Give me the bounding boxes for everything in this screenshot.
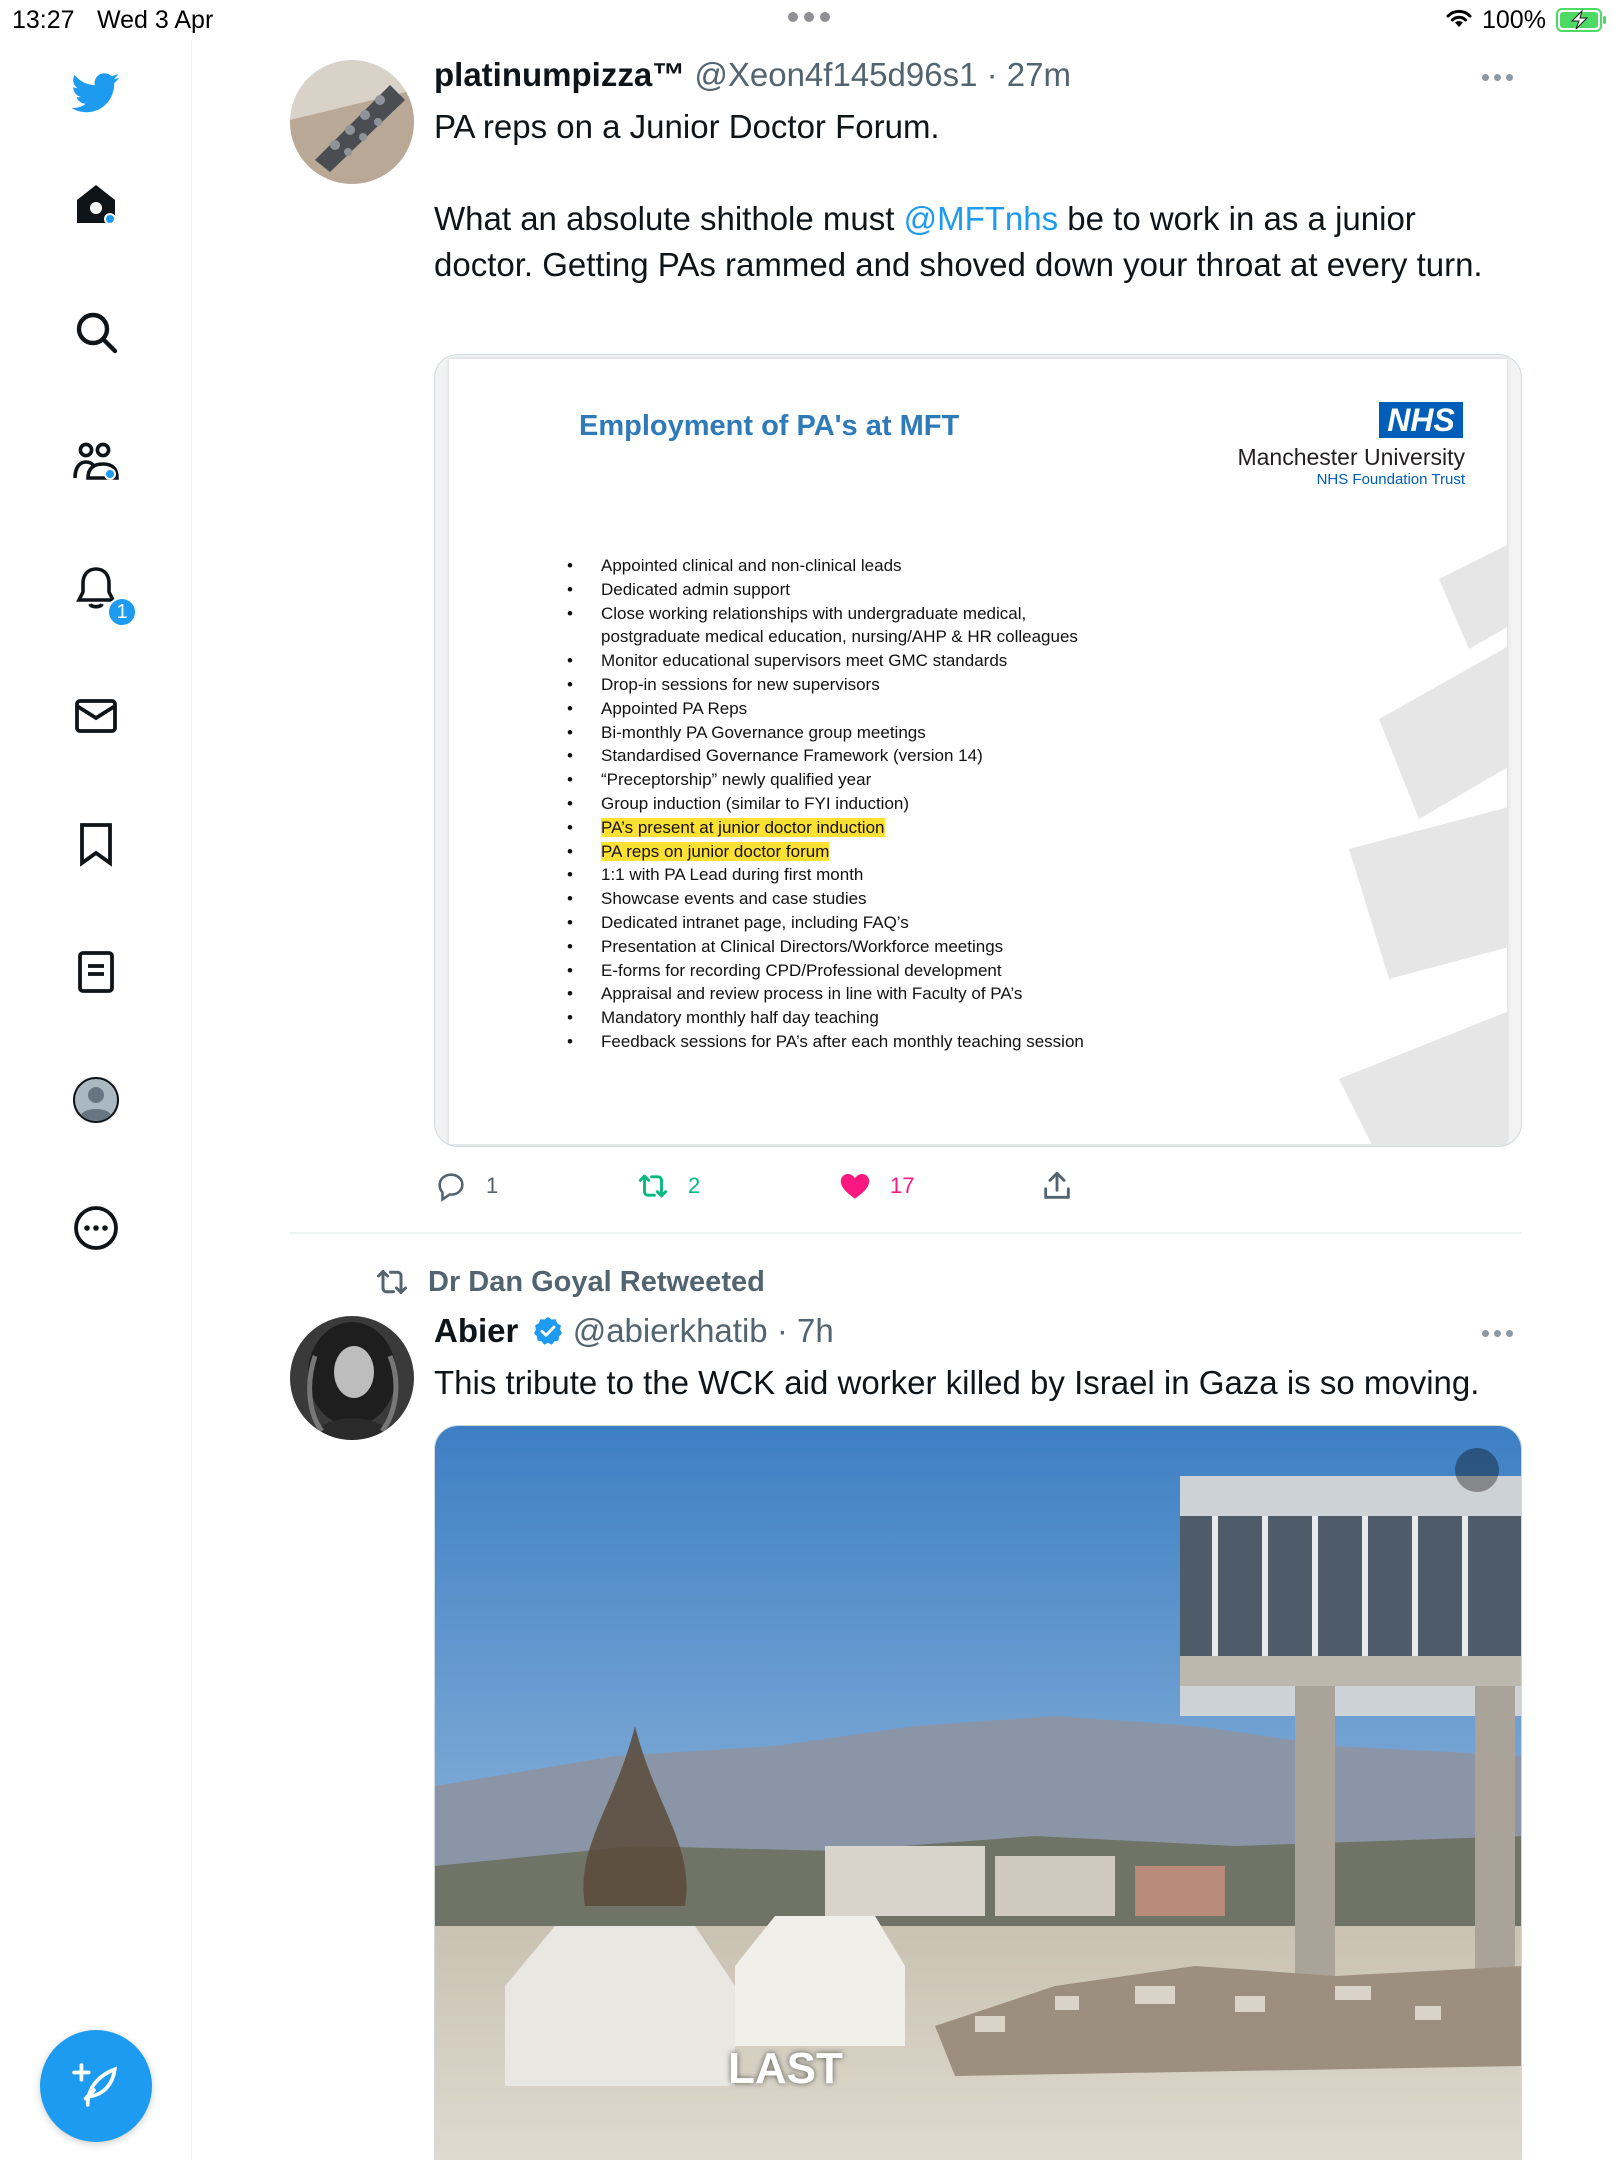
slide-bullet: Dedicated intranet page, including FAQ’s (567, 911, 1084, 935)
user-display-name[interactable]: platinumpizza™ (434, 56, 685, 93)
tweet-time[interactable]: 7h (797, 1312, 834, 1349)
tweet-header: platinumpizza™ @Xeon4f145d96s1 · 27m (434, 56, 1071, 93)
tweet-time[interactable]: 27m (1007, 56, 1071, 93)
slide-bullet: Group induction (similar to FYI inductio… (567, 792, 1084, 816)
user-handle[interactable]: @Xeon4f145d96s1 (694, 56, 977, 93)
notifications-count-badge: 1 (107, 597, 137, 627)
status-bar: 13:27 Wed 3 Apr 100% (0, 0, 1620, 40)
battery-charging-icon (1556, 8, 1606, 32)
slide-bullet: Presentation at Clinical Directors/Workf… (567, 935, 1084, 959)
video-frame (435, 1426, 1521, 2160)
slide-bullet: Appointed clinical and non-clinical lead… (567, 554, 1084, 578)
retweet-button[interactable]: 2 (636, 1164, 700, 1208)
organisation-name: Manchester University (1237, 444, 1465, 470)
retweeted-by-line[interactable]: Dr Dan Goyal Retweeted (374, 1264, 765, 1300)
like-count: 17 (890, 1173, 915, 1198)
slide-bullet: Standardised Governance Framework (versi… (567, 744, 1084, 768)
reply-count: 1 (486, 1173, 499, 1198)
bookmarks-icon[interactable] (66, 814, 126, 874)
twitter-logo-icon[interactable] (66, 62, 126, 122)
tweet-divider (290, 1232, 1522, 1234)
more-options-icon[interactable] (66, 1198, 126, 1258)
slide-bullet: Monitor educational supervisors meet GMC… (567, 649, 1084, 673)
slide-bullet-continuation: postgraduate medical education, nursing/… (601, 627, 1078, 647)
slide-bullet: Close working relationships with undergr… (567, 602, 1084, 626)
like-button[interactable]: 17 (838, 1164, 914, 1208)
share-icon (1044, 1171, 1070, 1199)
compose-feather-icon (72, 2063, 118, 2107)
messages-envelope-icon[interactable] (66, 686, 126, 746)
reply-icon (438, 1173, 464, 1202)
slide-bullet-list: Appointed clinical and non-clinical lead… (567, 554, 1084, 1054)
profile-avatar-icon[interactable] (66, 1070, 126, 1130)
verified-badge-icon (533, 1317, 562, 1345)
user-avatar[interactable] (290, 1316, 414, 1440)
battery-percent: 100% (1482, 6, 1546, 34)
user-avatar[interactable] (290, 60, 414, 184)
user-handle[interactable]: @abierkhatib (573, 1312, 768, 1349)
slide-bullet: Feedback sessions for PA’s after each mo… (567, 1030, 1084, 1054)
status-time: 13:27 (12, 6, 75, 34)
slide-bullet: Showcase events and case studies (567, 887, 1084, 911)
slide-bullet: E-forms for recording CPD/Professional d… (567, 959, 1084, 983)
slide-title: Employment of PA's at MFT (579, 410, 960, 442)
sidebar: 1 (0, 40, 192, 2160)
tweet-more-icon[interactable] (1482, 74, 1518, 81)
communities-notification-dot (104, 468, 116, 480)
video-caption: LAST (728, 2044, 843, 2093)
slide-bullet: Mandatory monthly half day teaching (567, 1006, 1084, 1030)
tweet-actions: 1 2 17 (434, 1164, 1134, 1208)
reply-button[interactable]: 1 (434, 1164, 498, 1208)
home-icon[interactable] (66, 174, 126, 234)
tweet-text: This tribute to the WCK aid worker kille… (434, 1364, 1480, 1401)
compose-tweet-button[interactable] (40, 2030, 152, 2142)
tweet-card[interactable]: Abier @abierkhatib · 7h This tribute to … (290, 1312, 1522, 2160)
slide-bullet: Appraisal and review process in line wit… (567, 982, 1084, 1006)
organisation-subtitle: NHS Foundation Trust (1316, 471, 1465, 488)
tweet-card[interactable]: platinumpizza™ @Xeon4f145d96s1 · 27m PA … (290, 56, 1522, 1236)
multitasking-dots-icon[interactable] (788, 12, 830, 22)
tweet-text: PA reps on a Junior Doctor Forum. What a… (434, 104, 1524, 288)
communities-icon[interactable] (66, 430, 126, 490)
tweet-text-line: PA reps on a Junior Doctor Forum. (434, 108, 940, 145)
search-icon[interactable] (66, 302, 126, 362)
mention-link[interactable]: @MFTnhs (904, 200, 1059, 237)
nhs-logo: NHS (1379, 402, 1463, 438)
tweet-video[interactable]: LAST (434, 1425, 1522, 2160)
presentation-slide: Employment of PA's at MFT NHS Manchester… (449, 359, 1507, 1144)
slide-bullet: Bi-monthly PA Governance group meetings (567, 721, 1084, 745)
lists-icon[interactable] (66, 942, 126, 1002)
retweet-small-icon (377, 1270, 407, 1294)
watermark-graphic (1339, 545, 1507, 1144)
share-button[interactable] (1040, 1164, 1074, 1208)
slide-bullet: “Preceptorship” newly qualified year (567, 768, 1084, 792)
slide-bullet: Drop-in sessions for new supervisors (567, 673, 1084, 697)
tweet-text-paragraph: What an absolute shithole must @MFTnhs b… (434, 200, 1483, 283)
user-display-name[interactable]: Abier (434, 1312, 518, 1349)
retweet-icon (638, 1174, 668, 1198)
slide-bullet: Appointed PA Reps (567, 697, 1084, 721)
status-date: Wed 3 Apr (97, 6, 214, 34)
retweeted-by-text: Dr Dan Goyal Retweeted (428, 1265, 765, 1298)
heart-filled-icon (840, 1173, 870, 1199)
slide-bullet-highlighted: PA reps on junior doctor forum (567, 840, 1084, 864)
home-notification-dot (104, 213, 116, 225)
tweet-header: Abier @abierkhatib · 7h (434, 1312, 834, 1349)
tweet-more-icon[interactable] (1482, 1330, 1518, 1337)
slide-bullet: Dedicated admin support (567, 578, 1084, 602)
slide-bullet: 1:1 with PA Lead during first month (567, 863, 1084, 887)
wifi-icon (1446, 9, 1472, 27)
slide-bullet-highlighted: PA’s present at junior doctor induction (567, 816, 1084, 840)
tweet-image[interactable]: Employment of PA's at MFT NHS Manchester… (434, 354, 1522, 1147)
retweet-count: 2 (688, 1173, 701, 1198)
